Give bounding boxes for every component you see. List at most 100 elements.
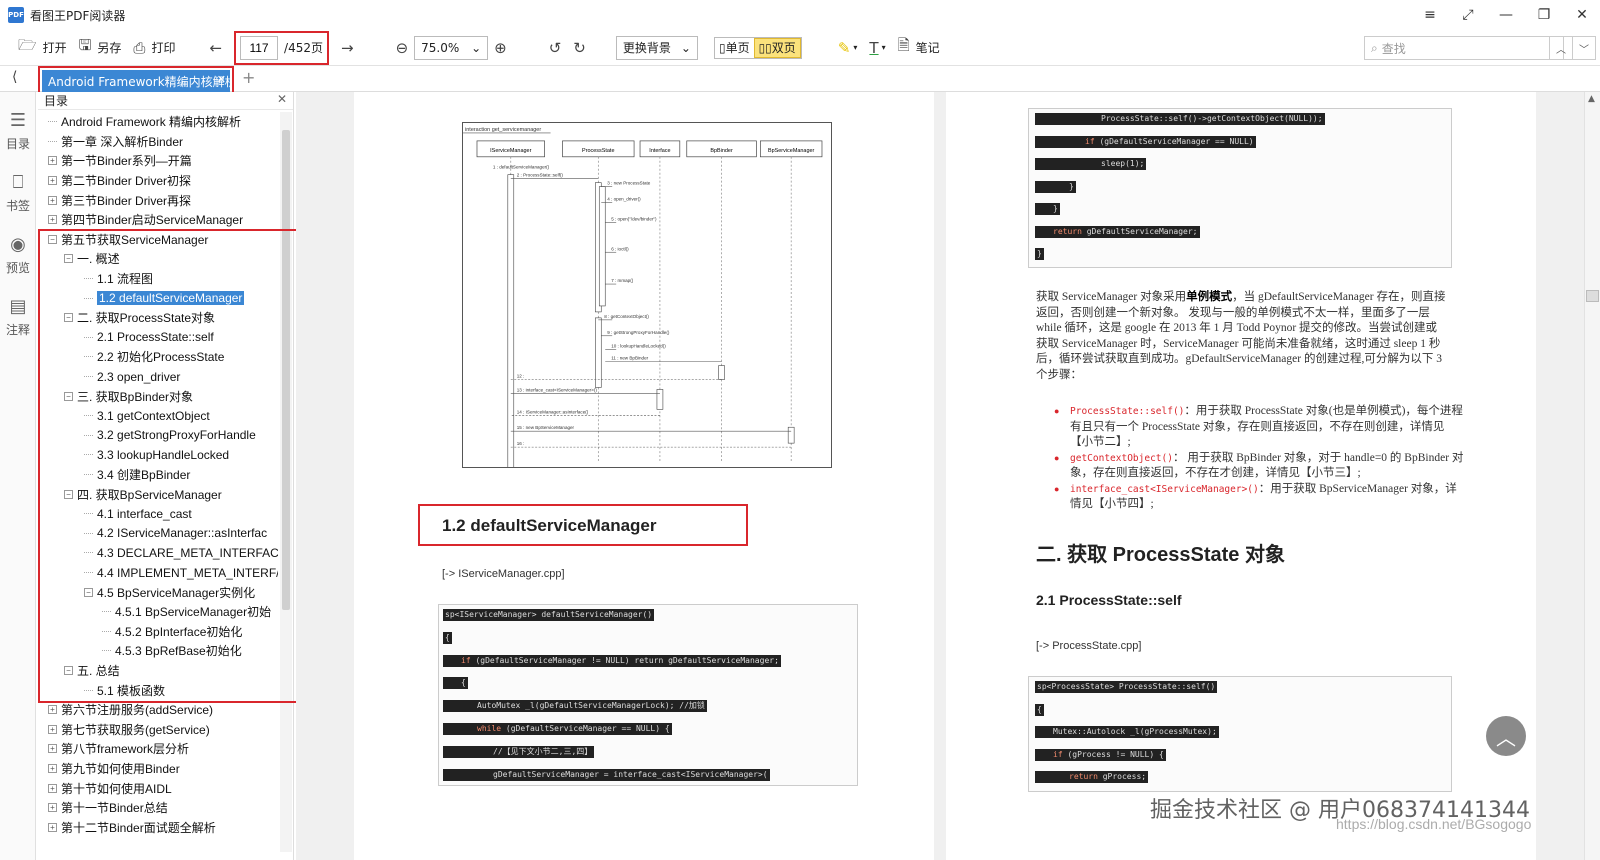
- expand-icon[interactable]: +: [48, 195, 57, 205]
- expand-icon[interactable]: +: [48, 783, 57, 793]
- rail-toc[interactable]: ☰ 目录: [0, 110, 36, 152]
- text-tool-button[interactable]: T ▾: [863, 35, 891, 61]
- outline-item[interactable]: 3.3 lookupHandleLocked: [84, 445, 229, 465]
- outline-item[interactable]: 2.3 open_driver: [84, 367, 180, 387]
- outline-item[interactable]: 2.1 ProcessState::self: [84, 328, 214, 348]
- outline-item[interactable]: 3.2 getStrongProxyForHandle: [84, 426, 256, 446]
- outline-item[interactable]: − 四. 获取BpServiceManager: [64, 484, 222, 504]
- prev-page-button[interactable]: ←: [203, 35, 228, 61]
- outline-item[interactable]: + 第十节如何使用AIDL: [48, 778, 172, 798]
- collapse-icon[interactable]: −: [64, 254, 73, 264]
- outline-item[interactable]: 4.3 DECLARE_META_INTERFACE: [84, 543, 278, 563]
- expand-icon[interactable]: +: [48, 724, 57, 734]
- outline-item[interactable]: 3.4 创建BpBinder: [84, 465, 190, 485]
- expand-icon[interactable]: +: [48, 176, 57, 186]
- outline-item[interactable]: 5.1 模板函数: [84, 680, 165, 700]
- rotate-left-button[interactable]: ↺: [543, 35, 568, 61]
- next-page-button[interactable]: →: [335, 35, 360, 61]
- tab-close-icon[interactable]: ✕: [217, 73, 226, 86]
- outline-item[interactable]: − 二. 获取ProcessState对象: [64, 308, 215, 328]
- background-select[interactable]: 更换背景 ⌄: [615, 35, 698, 60]
- outline-item[interactable]: + 第八节framework层分析: [48, 739, 189, 759]
- code-line: sp<IServiceManager> defaultServiceManage…: [443, 609, 655, 621]
- rotate-right-button[interactable]: ↻: [567, 35, 592, 61]
- outline-item[interactable]: + 第三节Binder Driver再探: [48, 190, 191, 210]
- document-scroll-thumb[interactable]: [1586, 290, 1599, 302]
- outline-item[interactable]: + 第二节Binder Driver初探: [48, 171, 191, 191]
- close-icon[interactable]: ✕: [1574, 7, 1590, 23]
- scroll-up-icon[interactable]: ▲: [1588, 94, 1595, 104]
- collapse-icon[interactable]: −: [64, 489, 73, 499]
- document-tab[interactable]: Android Framework精编内核解析 ✕: [42, 70, 230, 92]
- expand-icon[interactable]: +: [48, 156, 57, 166]
- document-scrollbar[interactable]: ▲: [1584, 92, 1600, 860]
- activation-bar: [595, 317, 602, 388]
- outline-item[interactable]: 4.5.3 BpRefBase初始化: [102, 641, 242, 661]
- collapse-icon[interactable]: −: [64, 666, 73, 676]
- rail-preview[interactable]: ◉ 预览: [0, 234, 36, 276]
- collapse-icon[interactable]: −: [48, 234, 57, 244]
- expand-icon[interactable]: +: [48, 705, 57, 715]
- outline-item[interactable]: 4.5.1 BpServiceManager初始: [102, 602, 271, 622]
- zoom-out-button[interactable]: ⊖: [390, 35, 415, 61]
- outline-item[interactable]: −4.5 BpServiceManager实例化: [84, 582, 255, 602]
- outline-item[interactable]: 4.2 IServiceManager::asInterfac: [84, 524, 267, 544]
- expand-icon[interactable]: +: [48, 744, 57, 754]
- expand-icon[interactable]: +: [48, 803, 57, 813]
- outline-item[interactable]: − 五. 总结: [64, 661, 120, 681]
- note-button[interactable]: 🗎 笔记: [892, 35, 946, 61]
- menu-icon[interactable]: ≡: [1422, 7, 1438, 23]
- outline-item[interactable]: + 第九节如何使用Binder: [48, 759, 180, 779]
- outline-item[interactable]: Android Framework 精编内核解析: [48, 112, 241, 132]
- zoom-select[interactable]: 75.0% ⌄: [414, 35, 489, 60]
- message-label: 12 :: [517, 374, 525, 379]
- collapse-icon[interactable]: −: [64, 313, 73, 323]
- save-as-button[interactable]: 🖫 另存: [73, 35, 128, 61]
- single-page-button[interactable]: ▯ 单页: [715, 38, 754, 58]
- search-next-button[interactable]: ﹀: [1572, 36, 1596, 60]
- outline-item[interactable]: 4.5.2 BpInterface初始化: [102, 622, 242, 642]
- outline-item[interactable]: − 第五节获取ServiceManager: [48, 230, 208, 250]
- outline-item[interactable]: + 第四节Binder启动ServiceManager: [48, 210, 243, 230]
- outline-item[interactable]: 4.4 IMPLEMENT_META_INTERF/: [84, 563, 278, 583]
- outline-scroll-thumb[interactable]: [282, 130, 290, 610]
- outline-item[interactable]: 1.1 流程图: [84, 269, 153, 289]
- outline-item[interactable]: 3.1 getContextObject: [84, 406, 210, 426]
- outline-item[interactable]: 1.2 defaultServiceManager: [84, 288, 245, 308]
- outline-item[interactable]: + 第一节Binder系列—开篇: [48, 151, 192, 171]
- outline-item[interactable]: + 第六节注册服务(addService): [48, 700, 213, 720]
- collapse-icon[interactable]: −: [64, 391, 73, 401]
- print-button[interactable]: ⎙ 打印: [127, 35, 181, 61]
- fullscreen-icon[interactable]: ⤢: [1460, 7, 1476, 23]
- search-input[interactable]: ⌕ 查找: [1364, 36, 1564, 60]
- rail-annotation[interactable]: ▤ 注释: [0, 296, 36, 338]
- close-icon[interactable]: ✕: [277, 92, 287, 106]
- collapse-sidebar-icon[interactable]: ⟨: [12, 69, 17, 85]
- zoom-in-button[interactable]: ⊕: [488, 35, 513, 61]
- new-tab-icon[interactable]: +: [242, 68, 255, 87]
- outline-item[interactable]: − 三. 获取BpBinder对象: [64, 386, 193, 406]
- outline-item[interactable]: 4.1 interface_cast: [84, 504, 192, 524]
- outline-item[interactable]: + 第十一节Binder总结: [48, 798, 168, 818]
- page-number-input[interactable]: [240, 35, 279, 60]
- outline-item[interactable]: − 一. 概述: [64, 249, 120, 269]
- source-reference: [-> ProcessState.cpp]: [1036, 640, 1142, 652]
- rail-bookmark[interactable]: ⎕ 书签: [0, 172, 36, 214]
- outline-item[interactable]: 2.2 初始化ProcessState: [84, 347, 224, 367]
- outline-item[interactable]: 第一章 深入解析Binder: [48, 132, 183, 152]
- collapse-icon[interactable]: −: [84, 587, 93, 597]
- highlight-button[interactable]: ✎ ▾: [832, 35, 864, 61]
- expand-icon[interactable]: +: [48, 822, 57, 832]
- expand-icon[interactable]: +: [48, 764, 57, 774]
- open-button[interactable]: 🗁 打开: [12, 35, 73, 61]
- maximize-icon[interactable]: ❐: [1536, 7, 1552, 23]
- expand-icon[interactable]: +: [48, 215, 57, 225]
- back-to-top-button[interactable]: ︿: [1486, 716, 1526, 756]
- search-prev-button[interactable]: ︿: [1549, 36, 1573, 60]
- outline-scrollbar[interactable]: [280, 112, 292, 852]
- view-mode-group: ▯ 单页 ▯▯ 双页: [713, 36, 802, 59]
- minimize-icon[interactable]: —: [1498, 7, 1514, 23]
- outline-item[interactable]: + 第十二节Binder面试题全解析: [48, 818, 216, 838]
- outline-item[interactable]: + 第七节获取服务(getService): [48, 720, 210, 740]
- double-page-button[interactable]: ▯▯ 双页: [753, 37, 801, 58]
